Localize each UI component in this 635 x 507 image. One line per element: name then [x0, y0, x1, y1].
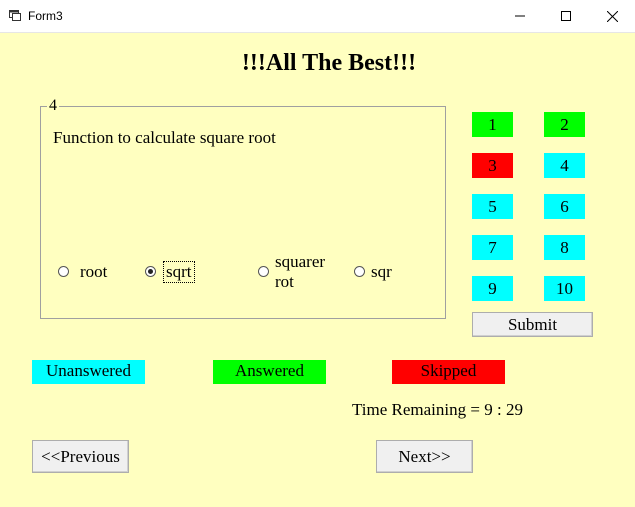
legend-answered: Answered — [213, 360, 326, 384]
option-radio-1[interactable] — [58, 266, 69, 277]
question-button-10[interactable]: 10 — [544, 276, 585, 301]
legend-skipped: Skipped — [392, 360, 505, 384]
option-label-3-line2[interactable]: rot — [275, 272, 294, 292]
question-button-3[interactable]: 3 — [472, 153, 513, 178]
option-label-3-line1[interactable]: squarer — [275, 252, 325, 272]
question-button-5[interactable]: 5 — [472, 194, 513, 219]
submit-button[interactable]: Submit — [472, 312, 593, 337]
option-label-2[interactable]: sqrt — [163, 261, 195, 283]
window-title: Form3 — [28, 9, 63, 23]
question-button-6[interactable]: 6 — [544, 194, 585, 219]
option-radio-2[interactable] — [145, 266, 156, 277]
close-button[interactable] — [589, 0, 635, 32]
legend-unanswered: Unanswered — [32, 360, 145, 384]
question-number: 4 — [47, 97, 59, 115]
question-button-8[interactable]: 8 — [544, 235, 585, 260]
close-icon — [606, 10, 618, 22]
question-group: 4 Function to calculate square root root… — [40, 97, 446, 319]
question-button-7[interactable]: 7 — [472, 235, 513, 260]
question-text: Function to calculate square root — [53, 128, 276, 147]
question-button-2[interactable]: 2 — [544, 112, 585, 137]
minimize-icon — [515, 15, 525, 17]
question-button-4[interactable]: 4 — [544, 153, 585, 178]
maximize-icon — [561, 11, 571, 21]
next-button[interactable]: Next>> — [376, 440, 473, 473]
option-radio-4[interactable] — [354, 266, 365, 277]
page-heading: !!!All The Best!!! — [241, 50, 417, 76]
question-button-9[interactable]: 9 — [472, 276, 513, 301]
option-radio-3[interactable] — [258, 266, 269, 277]
minimize-button[interactable] — [497, 0, 543, 32]
question-button-1[interactable]: 1 — [472, 112, 513, 137]
option-label-1[interactable]: root — [80, 262, 107, 282]
maximize-button[interactable] — [543, 0, 589, 32]
window-titlebar: Form3 — [0, 0, 635, 33]
app-icon — [9, 10, 21, 21]
time-remaining: Time Remaining = 9 : 29 — [352, 400, 523, 419]
option-label-4[interactable]: sqr — [371, 262, 392, 282]
previous-button[interactable]: <<Previous — [32, 440, 129, 473]
